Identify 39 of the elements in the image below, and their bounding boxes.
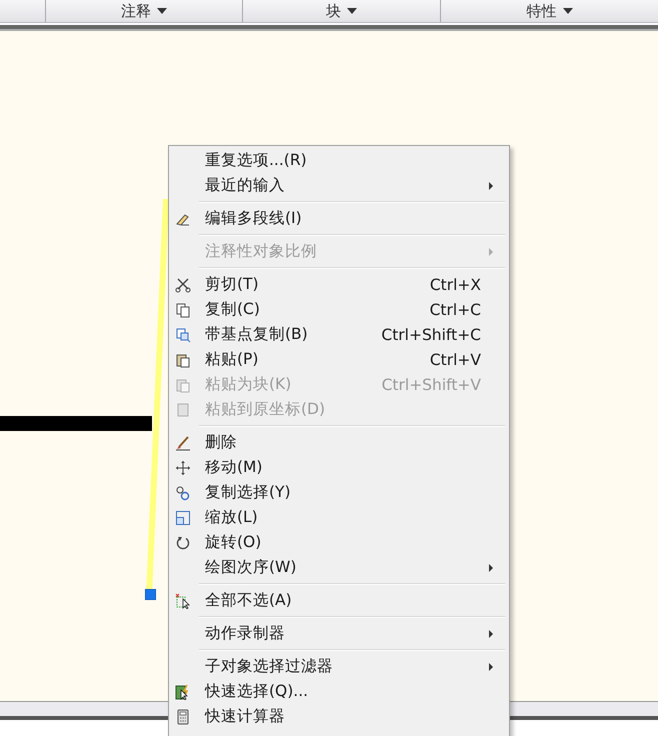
menu-item[interactable]: 带基点复制(B) Ctrl+Shift+C xyxy=(169,322,509,347)
menu-item[interactable]: 编辑多段线(I) xyxy=(169,206,509,231)
scissors-icon xyxy=(175,276,191,292)
menu-item[interactable]: 复制(C) Ctrl+C xyxy=(169,297,509,322)
panel-tab[interactable]: 特性 xyxy=(440,0,658,22)
rotate-icon xyxy=(175,534,191,550)
menu-item[interactable]: 动作录制器 xyxy=(169,621,509,646)
move-icon xyxy=(175,460,191,476)
menu-item[interactable]: 删除 xyxy=(169,430,509,455)
copy-icon xyxy=(175,302,191,318)
brush-icon xyxy=(175,434,191,450)
menu-item[interactable]: 全部不选(A) xyxy=(169,588,509,613)
deselect-icon xyxy=(175,592,191,608)
menu-item[interactable]: 粘贴(P) Ctrl+V xyxy=(169,347,509,372)
menu-item[interactable]: 快速计算器 xyxy=(169,704,509,729)
paste-icon xyxy=(175,402,191,418)
caret-icon xyxy=(347,8,358,14)
menu-item[interactable]: 移动(M) xyxy=(169,455,509,480)
grip-handle[interactable] xyxy=(145,589,156,600)
menu-item[interactable]: 绘图次序(W) xyxy=(169,555,509,580)
quick-select-icon xyxy=(175,684,191,700)
panel-tab[interactable]: 块 xyxy=(242,0,440,22)
paste-icon xyxy=(175,352,191,368)
scale-icon xyxy=(175,510,191,526)
menu-item[interactable]: 剪切(T) Ctrl+X xyxy=(169,272,509,297)
caret-icon xyxy=(562,8,573,14)
menu-item[interactable]: 快速选择(Q)... xyxy=(169,679,509,704)
menu-item[interactable]: 子对象选择过滤器 xyxy=(169,654,509,679)
caret-icon xyxy=(157,8,168,14)
menu-item[interactable]: 最近的输入 xyxy=(169,173,509,198)
calculator-icon xyxy=(175,708,191,724)
menu-item[interactable]: 复制选择(Y) xyxy=(169,480,509,505)
panel-tab[interactable]: 注释 xyxy=(45,0,242,22)
circles-icon xyxy=(175,484,191,500)
menu-item[interactable]: 缩放(L) xyxy=(169,505,509,530)
menu-item[interactable]: 旋转(O) xyxy=(169,530,509,555)
paste-icon xyxy=(175,376,191,392)
copy-icon xyxy=(175,326,191,342)
menu-item[interactable]: 重复选项...(R) xyxy=(169,148,509,173)
